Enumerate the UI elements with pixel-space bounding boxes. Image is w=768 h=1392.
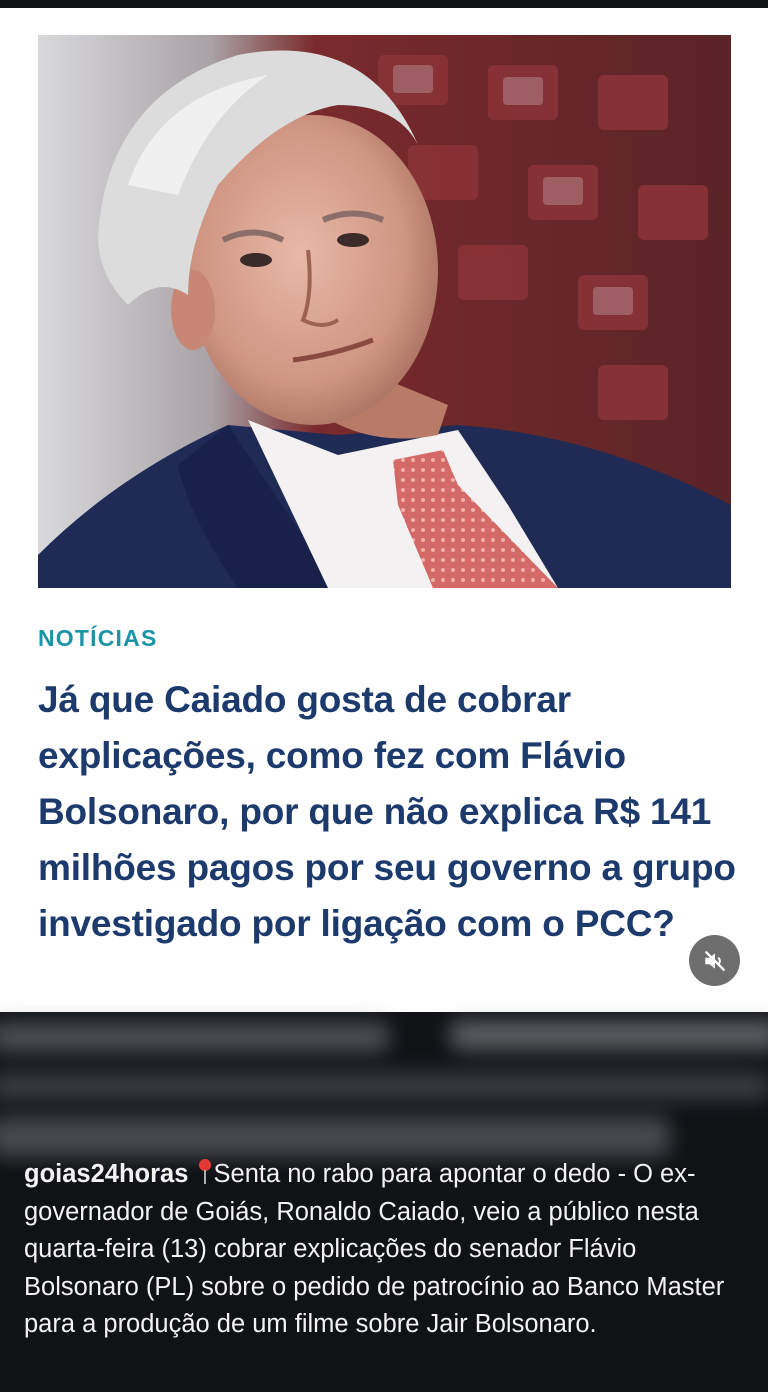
top-status-strip [0,0,768,8]
round-pushpin-icon [198,1159,211,1184]
blurred-region [450,1020,768,1050]
blurred-region [0,1022,390,1052]
speaker-muted-icon [704,950,725,971]
mute-button[interactable] [689,935,740,986]
post-category: NOTÍCIAS [38,625,158,651]
blurred-region [0,1117,670,1157]
post-photo [38,35,731,588]
post-headline: Já que Caiado gosta de cobrar explicaçõe… [38,679,736,944]
post-caption: goias24horas Senta no rabo para apontar … [24,1156,746,1344]
post-card[interactable]: NOTÍCIAS Já que Caiado gosta de cobrar e… [0,8,768,1012]
caption-username[interactable]: goias24horas [24,1160,188,1188]
blurred-region [0,1072,768,1100]
